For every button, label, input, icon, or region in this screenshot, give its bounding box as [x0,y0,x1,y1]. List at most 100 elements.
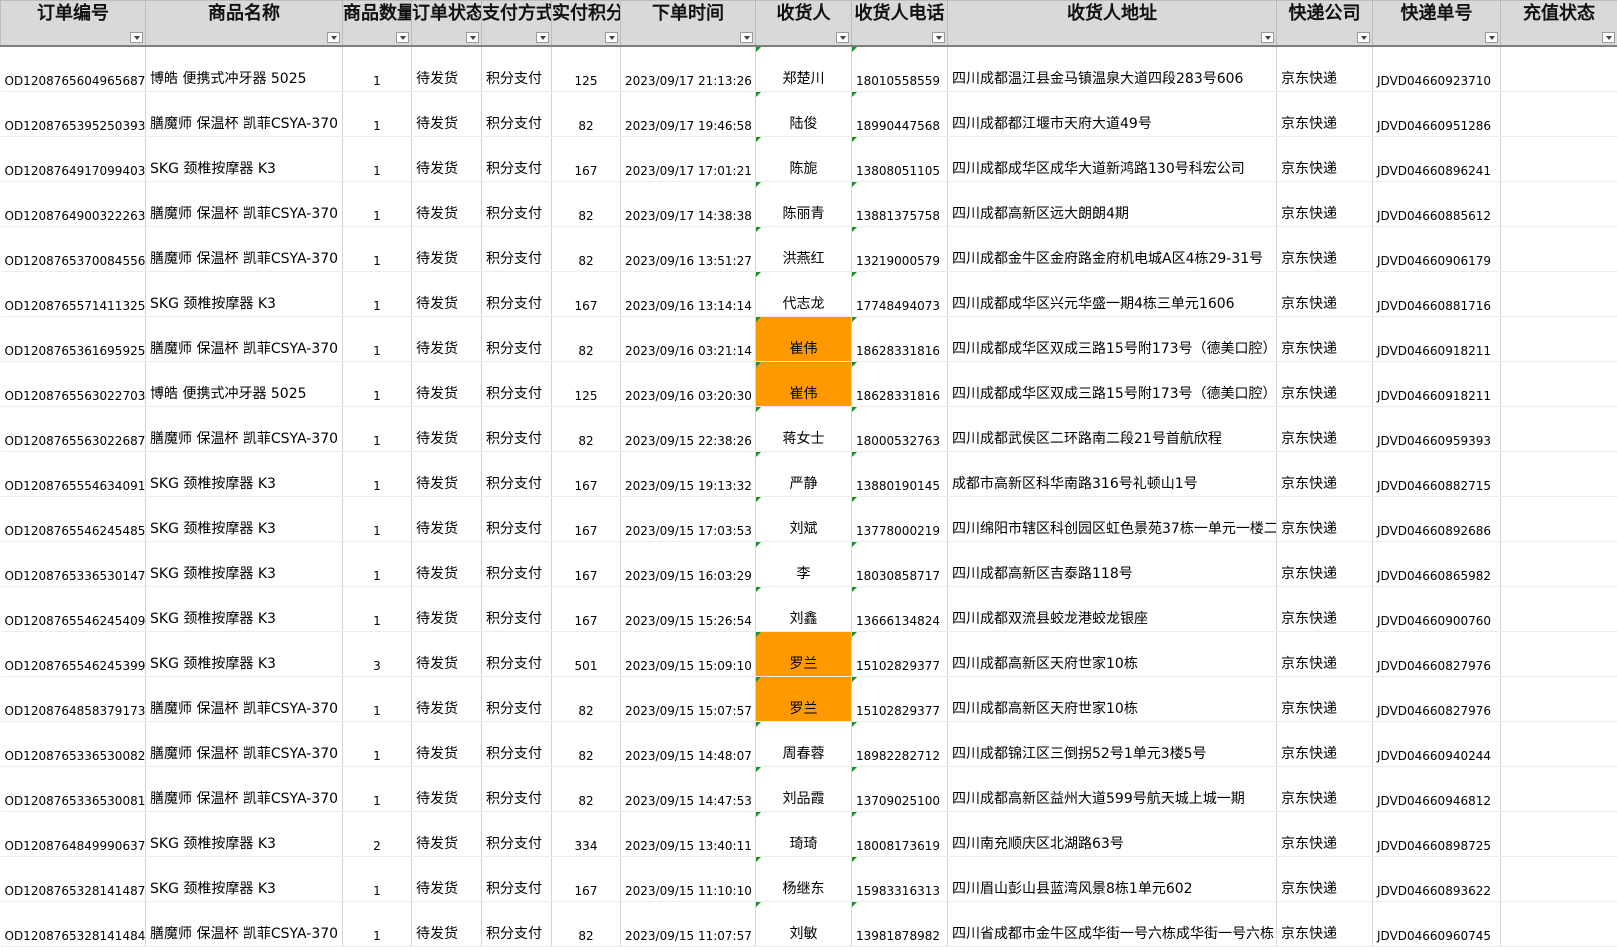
recipient-cell[interactable]: 陆俊 [756,92,852,137]
payment-method-cell[interactable]: 积分支付 [482,542,552,587]
recipient-cell[interactable]: 代志龙 [756,272,852,317]
points-cell[interactable]: 334 [552,812,621,857]
recipient-cell[interactable]: 洪燕红 [756,227,852,272]
tracking-cell[interactable]: JDVD04660940244 [1373,722,1501,767]
address-cell[interactable]: 四川成都成华区兴元华盛一期4栋三单元1606 [948,272,1277,317]
product-name-cell[interactable]: 博皓 便携式冲牙器 5025 [146,46,343,92]
quantity-cell[interactable]: 1 [343,722,412,767]
order-status-cell[interactable]: 待发货 [412,227,482,272]
courier-cell[interactable]: 京东快递 [1277,362,1373,407]
order-id-cell[interactable]: OD1208765546245485 [1,497,146,542]
address-cell[interactable]: 四川成都成华区双成三路15号附173号（德美口腔） [948,317,1277,362]
order-time-cell[interactable]: 2023/09/15 19:13:32 [621,452,756,497]
recharge-status-cell[interactable] [1501,317,1617,362]
points-cell[interactable]: 167 [552,497,621,542]
quantity-cell[interactable]: 1 [343,227,412,272]
order-id-cell[interactable]: OD1208765336530147 [1,542,146,587]
order-time-cell[interactable]: 2023/09/15 15:09:10 [621,632,756,677]
recipient-cell[interactable]: 刘品霞 [756,767,852,812]
order-id-cell[interactable]: OD1208765328141487 [1,857,146,902]
phone-cell[interactable]: 13981878982 [852,902,948,947]
payment-method-cell[interactable]: 积分支付 [482,857,552,902]
payment-method-cell[interactable]: 积分支付 [482,362,552,407]
payment-method-cell[interactable]: 积分支付 [482,812,552,857]
payment-method-cell[interactable]: 积分支付 [482,632,552,677]
filter-dropdown-icon[interactable] [605,32,618,43]
address-cell[interactable]: 四川成都金牛区金府路金府机电城A区4栋29-31号 [948,227,1277,272]
tracking-cell[interactable]: JDVD04660881716 [1373,272,1501,317]
tracking-cell[interactable]: JDVD04660896241 [1373,137,1501,182]
order-id-cell[interactable]: OD1208765563022703 [1,362,146,407]
phone-cell[interactable]: 13778000219 [852,497,948,542]
address-cell[interactable]: 四川成都温江县金马镇温泉大道四段283号606 [948,46,1277,92]
product-name-cell[interactable]: SKG 颈椎按摩器 K3 [146,632,343,677]
quantity-cell[interactable]: 1 [343,182,412,227]
order-time-cell[interactable]: 2023/09/16 13:14:14 [621,272,756,317]
order-id-cell[interactable]: OD1208765554634091 [1,452,146,497]
payment-method-cell[interactable]: 积分支付 [482,182,552,227]
tracking-cell[interactable]: JDVD04660865982 [1373,542,1501,587]
recipient-cell[interactable]: 李 [756,542,852,587]
recipient-cell[interactable]: 琦琦 [756,812,852,857]
filter-dropdown-icon[interactable] [1485,32,1498,43]
courier-cell[interactable]: 京东快递 [1277,92,1373,137]
phone-cell[interactable]: 18008173619 [852,812,948,857]
recipient-cell[interactable]: 刘斌 [756,497,852,542]
recipient-cell[interactable]: 蒋女士 [756,407,852,452]
quantity-cell[interactable]: 1 [343,587,412,632]
address-cell[interactable]: 四川成都都江堰市天府大道49号 [948,92,1277,137]
product-name-cell[interactable]: SKG 颈椎按摩器 K3 [146,272,343,317]
phone-cell[interactable]: 18000532763 [852,407,948,452]
phone-cell[interactable]: 13666134824 [852,587,948,632]
order-time-cell[interactable]: 2023/09/15 11:07:57 [621,902,756,947]
order-time-cell[interactable]: 2023/09/16 03:21:14 [621,317,756,362]
filter-dropdown-icon[interactable] [932,32,945,43]
phone-cell[interactable]: 15102829377 [852,677,948,722]
points-cell[interactable]: 167 [552,542,621,587]
points-cell[interactable]: 82 [552,227,621,272]
points-cell[interactable]: 125 [552,362,621,407]
payment-method-cell[interactable]: 积分支付 [482,722,552,767]
courier-cell[interactable]: 京东快递 [1277,497,1373,542]
address-cell[interactable]: 四川省成都市金牛区成华街一号六栋成华街一号六栋 [948,902,1277,947]
product-name-cell[interactable]: SKG 颈椎按摩器 K3 [146,812,343,857]
quantity-cell[interactable]: 1 [343,857,412,902]
payment-method-cell[interactable]: 积分支付 [482,272,552,317]
phone-cell[interactable]: 18982282712 [852,722,948,767]
phone-cell[interactable]: 17748494073 [852,272,948,317]
filter-dropdown-icon[interactable] [1357,32,1370,43]
tracking-cell[interactable]: JDVD04660959393 [1373,407,1501,452]
payment-method-cell[interactable]: 积分支付 [482,902,552,947]
recharge-status-cell[interactable] [1501,542,1617,587]
recipient-cell[interactable]: 刘敏 [756,902,852,947]
points-cell[interactable]: 82 [552,767,621,812]
filter-dropdown-icon[interactable] [130,32,143,43]
order-id-cell[interactable]: OD1208764849990637 [1,812,146,857]
quantity-cell[interactable]: 1 [343,452,412,497]
product-name-cell[interactable]: 博皓 便携式冲牙器 5025 [146,362,343,407]
points-cell[interactable]: 82 [552,902,621,947]
order-id-cell[interactable]: OD1208765546245409 [1,587,146,632]
courier-cell[interactable]: 京东快递 [1277,272,1373,317]
courier-cell[interactable]: 京东快递 [1277,182,1373,227]
order-id-cell[interactable]: OD1208765571411325 [1,272,146,317]
phone-cell[interactable]: 18628331816 [852,362,948,407]
order-time-cell[interactable]: 2023/09/16 03:20:30 [621,362,756,407]
order-status-cell[interactable]: 待发货 [412,317,482,362]
header-points-paid[interactable]: 实付积分 [552,1,621,47]
recipient-cell[interactable]: 罗兰 [756,677,852,722]
recipient-cell[interactable]: 崔伟 [756,362,852,407]
address-cell[interactable]: 四川成都成华区双成三路15号附173号（德美口腔） [948,362,1277,407]
header-order-status[interactable]: 订单状态 [412,1,482,47]
product-name-cell[interactable]: SKG 颈椎按摩器 K3 [146,452,343,497]
address-cell[interactable]: 四川成都高新区天府世家10栋 [948,632,1277,677]
quantity-cell[interactable]: 1 [343,767,412,812]
recipient-cell[interactable]: 陈丽青 [756,182,852,227]
order-id-cell[interactable]: OD1208765546245399 [1,632,146,677]
phone-cell[interactable]: 13219000579 [852,227,948,272]
header-courier[interactable]: 快递公司 [1277,1,1373,47]
phone-cell[interactable]: 15102829377 [852,632,948,677]
header-product-name[interactable]: 商品名称 [146,1,343,47]
address-cell[interactable]: 四川成都武侯区二环路南二段21号首航欣程 [948,407,1277,452]
filter-dropdown-icon[interactable] [1261,32,1274,43]
